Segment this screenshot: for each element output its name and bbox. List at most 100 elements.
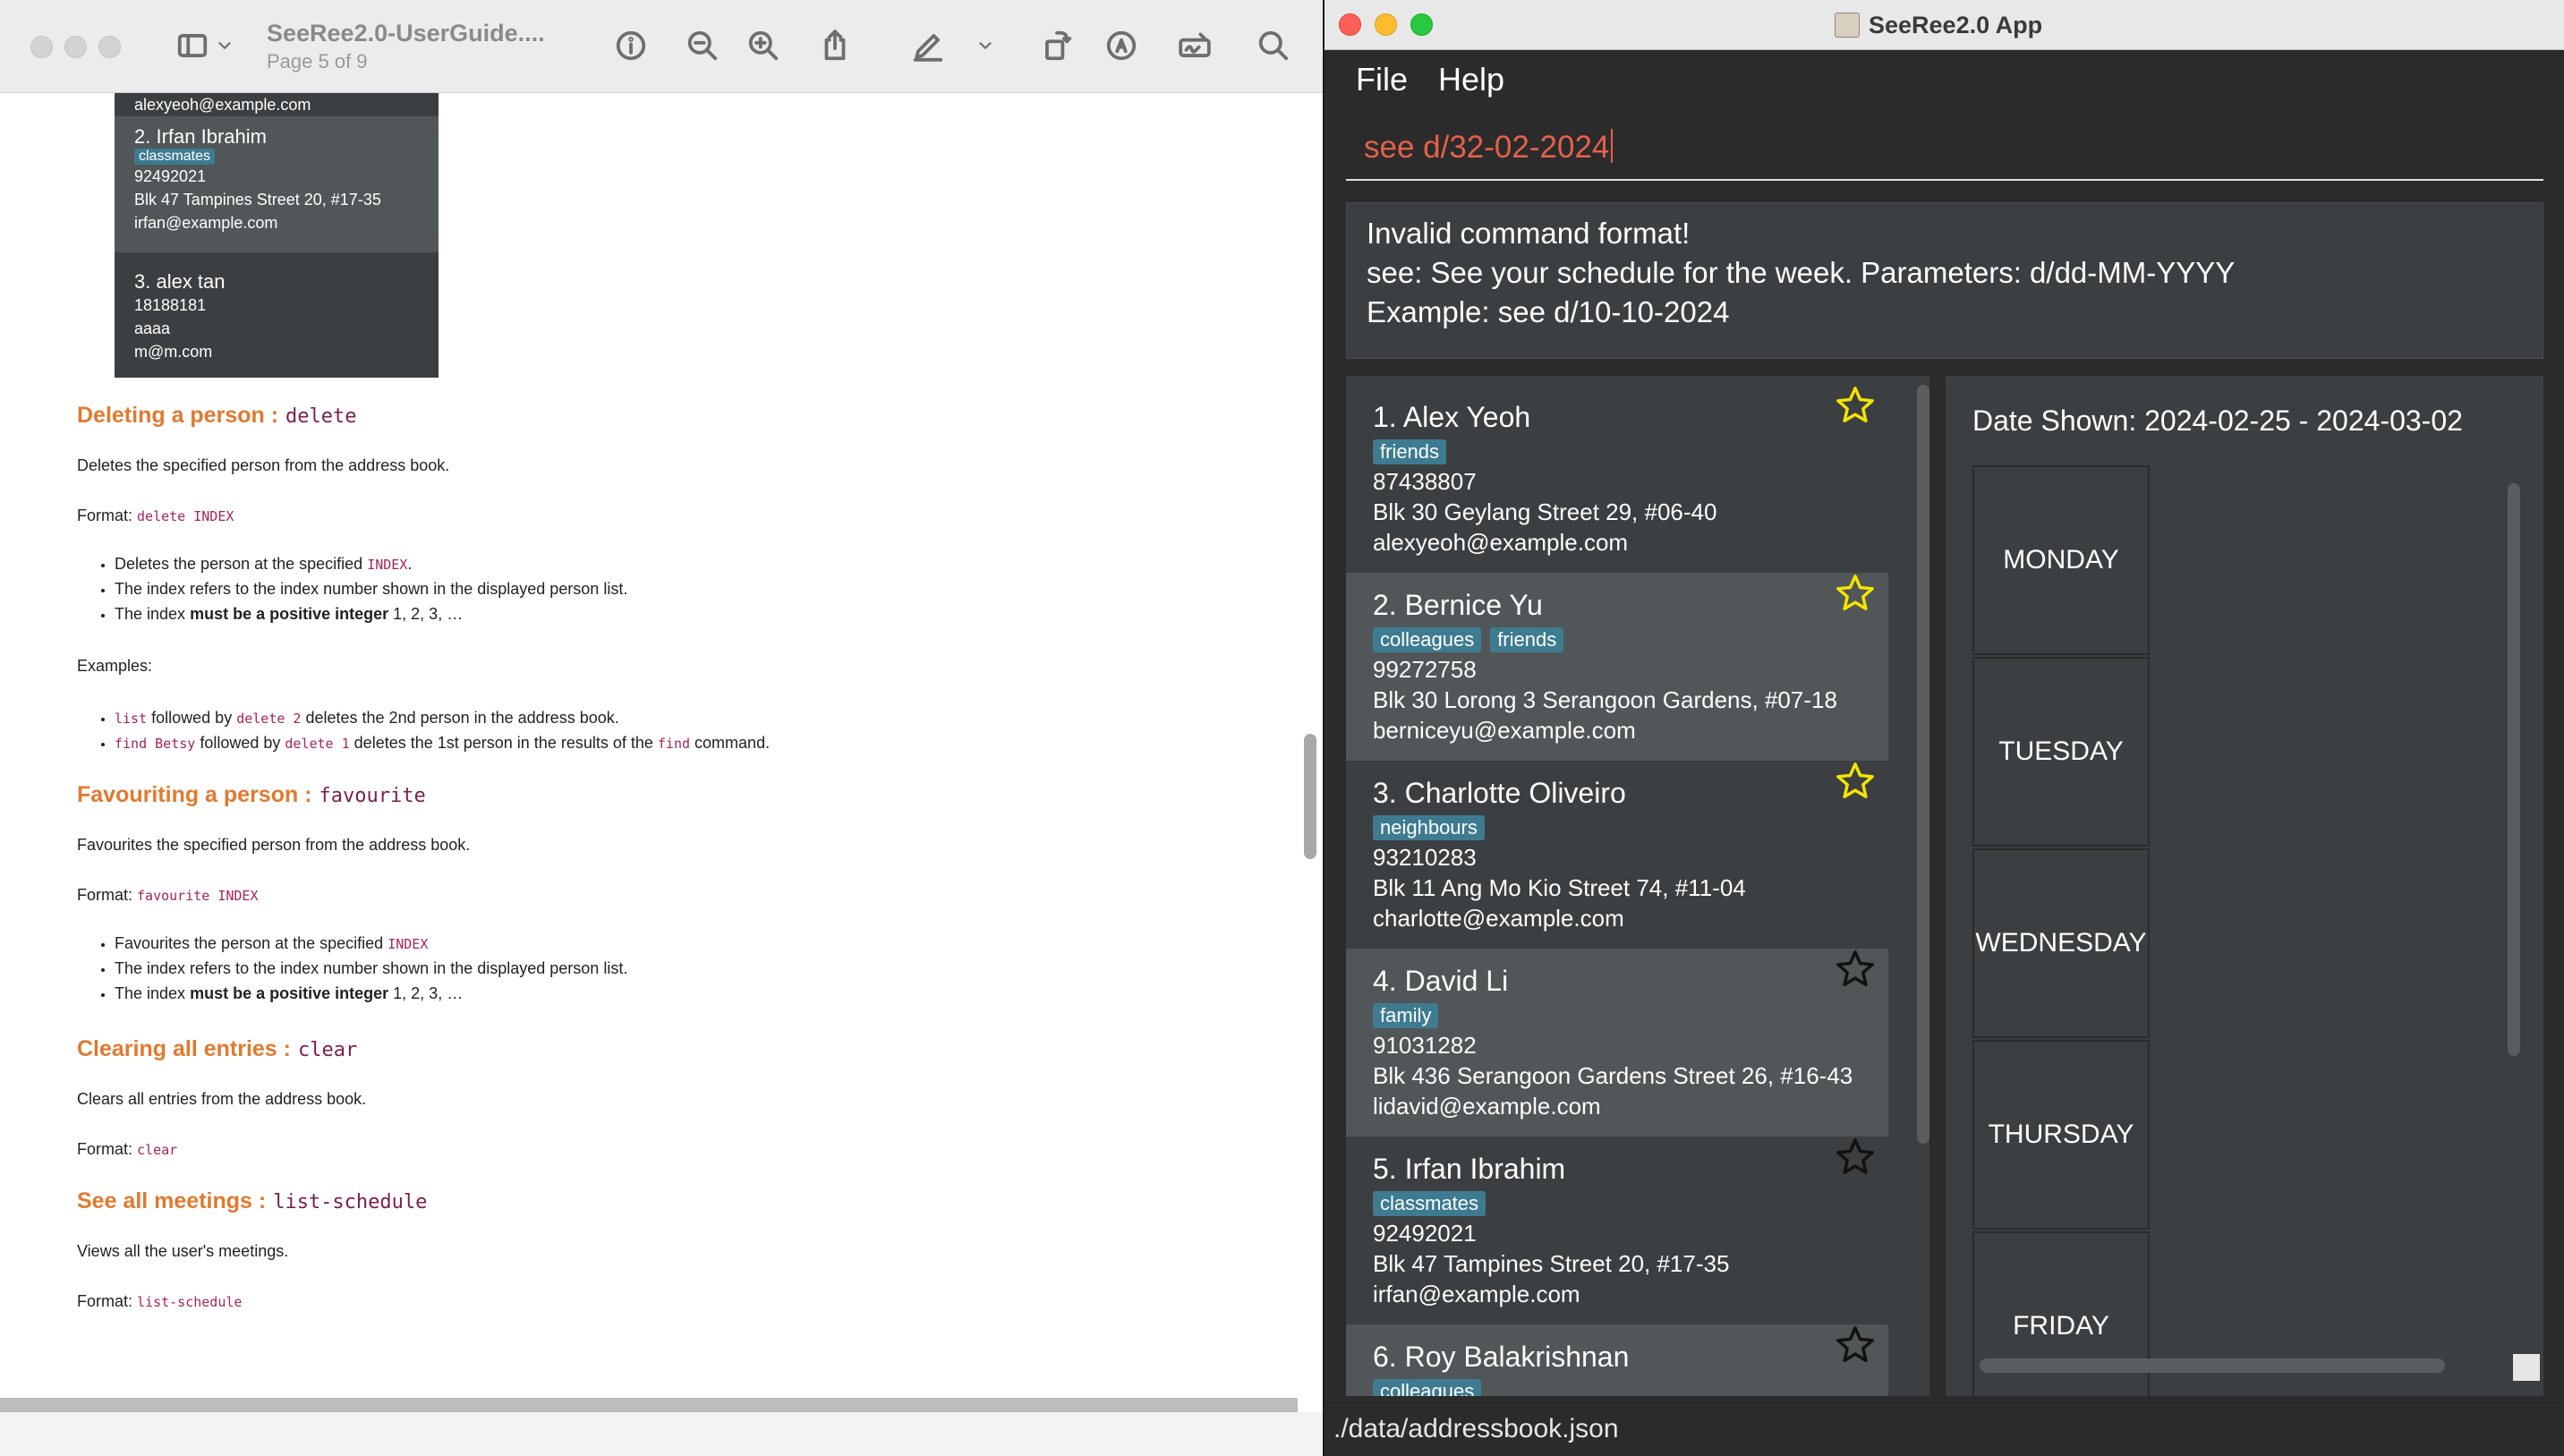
- list-item: find Betsy followed by delete 1 deletes …: [115, 730, 770, 755]
- tag-list: family: [1373, 1003, 1888, 1030]
- zoom-out-icon[interactable]: [682, 25, 723, 66]
- person-email: alexyeoh@example.com: [1373, 529, 1629, 556]
- star-filled-icon[interactable]: [1835, 573, 1879, 617]
- date-shown-label: Date Shown: 2024-02-25 - 2024-03-02: [1972, 404, 2463, 437]
- share-icon[interactable]: [814, 25, 856, 66]
- tag-badge: friends: [1490, 627, 1564, 652]
- minimize-window-button[interactable]: [64, 36, 87, 58]
- person-name: 2. Bernice Yu: [1373, 589, 1543, 621]
- horizontal-scrollbar[interactable]: [1980, 1358, 2445, 1373]
- person-card[interactable]: 5. Irfan Ibrahim classmates 92492021 Blk 47…: [1346, 1137, 1888, 1324]
- format-line: Format: favourite INDEX: [77, 886, 259, 904]
- person-address: Blk 47 Tampines Street 20, #17-35: [1373, 1250, 1730, 1277]
- tag-list: colleagues friends: [1373, 627, 1888, 654]
- list-item: list followed by delete 2 deletes the 2n…: [115, 705, 770, 730]
- tag-badge: classmates: [1373, 1191, 1486, 1216]
- result-display: Invalid command format! see: See your sc…: [1346, 202, 2543, 359]
- person-card[interactable]: 4. David Li family 91031282 Blk 436 Serango…: [1346, 949, 1888, 1137]
- preview-toolbar: SeeRee2.0-UserGuide.... Page 5 of 9: [0, 0, 1323, 93]
- paragraph: Favourites the specified person from the…: [77, 836, 471, 854]
- person-card[interactable]: 6. Roy Balakrishnan colleagues: [1346, 1324, 1888, 1396]
- command-input[interactable]: see d/32-02-2024: [1364, 129, 1614, 166]
- day-cell[interactable]: TUESDAY: [1972, 657, 2150, 847]
- section-heading-schedule: See all meetings : list-schedule: [77, 1188, 428, 1213]
- zoom-in-icon[interactable]: [743, 25, 784, 66]
- examples-label: Examples:: [77, 657, 153, 675]
- info-icon[interactable]: [610, 25, 652, 66]
- tag-badge: friends: [1373, 439, 1447, 464]
- document-title: SeeRee2.0-UserGuide....: [267, 20, 545, 47]
- person-phone: 87438807: [1373, 468, 1477, 495]
- chevron-down-icon[interactable]: [972, 25, 999, 66]
- text-caret: [1611, 129, 1614, 163]
- annotate-icon[interactable]: [1101, 25, 1142, 66]
- list-item: 3. alex tan 18188181 aaaa m@m.com: [134, 270, 226, 361]
- menu-file[interactable]: File: [1356, 61, 1408, 98]
- day-cell[interactable]: WEDNESDAY: [1972, 848, 2150, 1038]
- close-window-button[interactable]: [30, 36, 53, 58]
- scroll-corner: [2513, 1354, 2540, 1381]
- person-card[interactable]: 3. Charlotte Oliveiro neighbours 93210283 B…: [1346, 761, 1888, 949]
- section-heading-delete: Deleting a person : delete: [77, 403, 357, 428]
- star-outline-icon[interactable]: [1835, 1137, 1879, 1181]
- document-page[interactable]: alexyeoh@example.com 2. Irfan Ibrahim cl…: [0, 93, 1307, 1400]
- command-box[interactable]: see d/32-02-2024: [1346, 118, 2543, 181]
- vertical-scrollbar[interactable]: [2508, 483, 2520, 1056]
- person-name: 6. Roy Balakrishnan: [1373, 1341, 1630, 1373]
- bullet-list: Favourites the person at the specified I…: [97, 931, 627, 1006]
- zoom-window-button[interactable]: [98, 36, 121, 58]
- minimize-window-button[interactable]: [1375, 13, 1397, 36]
- menu-help[interactable]: Help: [1438, 61, 1504, 98]
- person-name: 5. Irfan Ibrahim: [1373, 1153, 1566, 1185]
- section-heading-clear: Clearing all entries : clear: [77, 1036, 358, 1061]
- search-icon[interactable]: [1253, 25, 1294, 66]
- person-address: Blk 30 Lorong 3 Serangoon Gardens, #07-1…: [1373, 686, 1837, 713]
- markup-pen-icon[interactable]: [907, 25, 949, 66]
- app-title: SeeRee2.0 App: [1869, 11, 2043, 38]
- day-label: MONDAY: [2003, 545, 2119, 575]
- close-window-button[interactable]: [1339, 13, 1361, 36]
- list-item: 2. Irfan Ibrahim classmates 92492021 Blk…: [115, 116, 439, 252]
- rotate-icon[interactable]: [1036, 25, 1078, 66]
- section-heading-favourite: Favouriting a person : favourite: [77, 782, 426, 807]
- zoom-window-button[interactable]: [1410, 13, 1433, 36]
- person-phone: 93210283: [1373, 844, 1477, 871]
- app-window: SeeRee2.0 App File Help see d/32-02-2024…: [1325, 0, 2564, 1456]
- person-phone: 91031282: [1373, 1032, 1477, 1059]
- person-email: charlotte@example.com: [1373, 905, 1624, 932]
- vertical-scrollbar[interactable]: [1304, 734, 1316, 859]
- tag-badge: colleagues: [1373, 1379, 1482, 1396]
- list-item: The index must be a positive integer 1, …: [115, 601, 627, 626]
- star-outline-icon[interactable]: [1835, 949, 1879, 993]
- signature-icon[interactable]: [1174, 25, 1215, 66]
- person-card[interactable]: 2. Bernice Yu colleagues friends 99272758 Bl…: [1346, 573, 1888, 761]
- day-label: THURSDAY: [1988, 1120, 2134, 1149]
- app-document-icon: [1835, 13, 1860, 38]
- tag-list: neighbours: [1373, 815, 1888, 842]
- person-card[interactable]: 1. Alex Yeoh friends 87438807 Blk 30 Geylan…: [1346, 385, 1888, 573]
- chevron-down-icon[interactable]: [211, 25, 238, 66]
- page-indicator: Page 5 of 9: [267, 50, 368, 72]
- app-titlebar: SeeRee2.0 App: [1325, 0, 2564, 50]
- bullet-list: Deletes the person at the specified INDE…: [97, 551, 627, 626]
- list-item: alexyeoh@example.com: [134, 96, 311, 114]
- tag-badge: colleagues: [1373, 627, 1482, 652]
- horizontal-scrollbar[interactable]: [0, 1398, 1298, 1412]
- list-item: Deletes the person at the specified INDE…: [115, 551, 627, 576]
- tag-list: classmates: [1373, 1191, 1888, 1218]
- app-title-group: SeeRee2.0 App: [1835, 9, 2042, 41]
- tag-list: colleagues: [1373, 1379, 1888, 1396]
- person-list-panel[interactable]: 1. Alex Yeoh friends 87438807 Blk 30 Geylan…: [1346, 376, 1929, 1396]
- star-filled-icon[interactable]: [1835, 761, 1879, 805]
- vertical-scrollbar[interactable]: [1917, 385, 1929, 1144]
- list-item: The index refers to the index number sho…: [115, 956, 627, 981]
- sidebar-toggle-icon[interactable]: [172, 25, 213, 66]
- menu-bar: File Help: [1325, 50, 2564, 107]
- star-filled-icon[interactable]: [1835, 385, 1879, 430]
- embedded-screenshot: alexyeoh@example.com 2. Irfan Ibrahim cl…: [115, 93, 439, 378]
- day-label: WEDNESDAY: [1975, 928, 2147, 958]
- day-cell[interactable]: MONDAY: [1972, 465, 2150, 655]
- star-outline-icon[interactable]: [1835, 1324, 1879, 1369]
- day-cell[interactable]: THURSDAY: [1972, 1040, 2150, 1230]
- schedule-panel[interactable]: Date Shown: 2024-02-25 - 2024-03-02 MOND…: [1946, 376, 2543, 1396]
